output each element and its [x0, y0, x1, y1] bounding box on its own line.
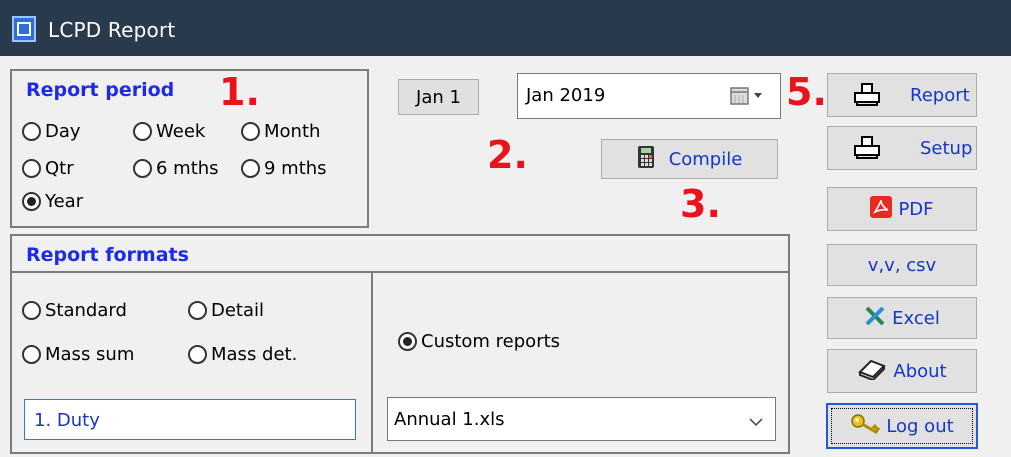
radio-label: Mass sum — [45, 344, 135, 365]
book-icon — [857, 358, 887, 385]
annotation-1: 1. — [219, 70, 260, 114]
report-period-panel: Report period Day Week Month Qtr 6 mths … — [10, 69, 369, 228]
title-bar: LCPD Report — [0, 0, 1011, 56]
about-label: About — [893, 360, 947, 382]
radio-label: Week — [156, 121, 206, 142]
start-date-text: Jan 1 — [416, 86, 461, 108]
excel-label: Excel — [892, 307, 940, 329]
radio-circle — [133, 159, 152, 178]
chevron-down-icon[interactable] — [748, 412, 764, 433]
excel-button[interactable]: Excel — [827, 297, 977, 339]
radio-label: Detail — [211, 300, 265, 321]
radio-label: 6 mths — [156, 158, 219, 179]
compile-button[interactable]: Compile — [601, 139, 778, 179]
radio-label: Mass det. — [211, 344, 298, 365]
radio-day[interactable]: Day — [22, 121, 81, 142]
radio-week[interactable]: Week — [133, 121, 205, 142]
radio-circle — [22, 301, 41, 320]
radio-label: Qtr — [45, 158, 74, 179]
printer-setup-icon — [854, 136, 880, 160]
start-date-label: Jan 1 — [398, 79, 479, 115]
excel-icon — [864, 306, 886, 331]
radio-label: Custom reports — [421, 331, 561, 352]
radio-label: Day — [45, 121, 81, 142]
radio-qtr[interactable]: Qtr — [22, 158, 74, 179]
radio-circle — [188, 301, 207, 320]
pdf-button[interactable]: PDF — [827, 187, 977, 231]
about-button[interactable]: About — [827, 349, 977, 393]
report-formats-header: Report formats — [12, 236, 788, 273]
setup-label: Setup — [920, 137, 973, 159]
radio-circle-selected — [22, 192, 41, 211]
report-button[interactable]: Report — [827, 73, 977, 117]
compile-label: Compile — [668, 148, 743, 170]
duty-input[interactable]: 1. Duty — [24, 399, 356, 440]
pdf-label: PDF — [898, 198, 934, 220]
radio-circle — [22, 122, 41, 141]
report-label: Report — [910, 84, 970, 106]
window-title: LCPD Report — [48, 18, 176, 42]
date-picker[interactable]: Jan 2019 — [517, 73, 781, 119]
radio-label: Standard — [45, 300, 127, 321]
radio-circle — [188, 345, 207, 364]
logout-button[interactable]: Log out — [826, 403, 978, 449]
radio-custom-reports[interactable]: Custom reports — [398, 331, 560, 352]
focus-rectangle — [831, 408, 973, 444]
app-icon — [12, 16, 36, 42]
duty-value: 1. Duty — [34, 410, 100, 431]
radio-circle — [241, 122, 260, 141]
custom-report-select[interactable]: Annual 1.xls — [387, 397, 776, 441]
radio-label: Month — [264, 121, 321, 142]
radio-label: Year — [45, 191, 84, 212]
radio-6-mths[interactable]: 6 mths — [133, 158, 219, 179]
annotation-2: 2. — [487, 133, 528, 177]
radio-standard[interactable]: Standard — [22, 300, 127, 321]
radio-year[interactable]: Year — [22, 191, 83, 212]
radio-circle-selected — [398, 332, 417, 351]
calendar-dropdown-icon[interactable] — [730, 86, 770, 106]
radio-circle — [133, 122, 152, 141]
radio-mass-det[interactable]: Mass det. — [188, 344, 297, 365]
radio-circle — [241, 159, 260, 178]
pdf-icon — [870, 195, 893, 223]
custom-report-value: Annual 1.xls — [394, 409, 505, 430]
radio-detail[interactable]: Detail — [188, 300, 264, 321]
report-period-heading: Report period — [26, 79, 175, 101]
report-formats-panel: Report formats Standard Detail Mass sum … — [10, 234, 790, 454]
radio-circle — [22, 159, 41, 178]
radio-circle — [22, 345, 41, 364]
printer-icon — [854, 83, 880, 107]
radio-month[interactable]: Month — [241, 121, 320, 142]
csv-label: v,v, csv — [867, 254, 937, 276]
calculator-icon — [637, 145, 655, 174]
formats-divider — [371, 273, 373, 454]
report-formats-heading: Report formats — [26, 244, 189, 266]
radio-mass-sum[interactable]: Mass sum — [22, 344, 134, 365]
setup-button[interactable]: Setup — [827, 126, 977, 170]
radio-label: 9 mths — [264, 158, 327, 179]
annotation-3: 3. — [680, 182, 721, 226]
date-value: Jan 2019 — [526, 85, 606, 106]
radio-9-mths[interactable]: 9 mths — [241, 158, 327, 179]
csv-button[interactable]: v,v, csv — [827, 244, 977, 286]
annotation-5: 5. — [786, 70, 827, 114]
